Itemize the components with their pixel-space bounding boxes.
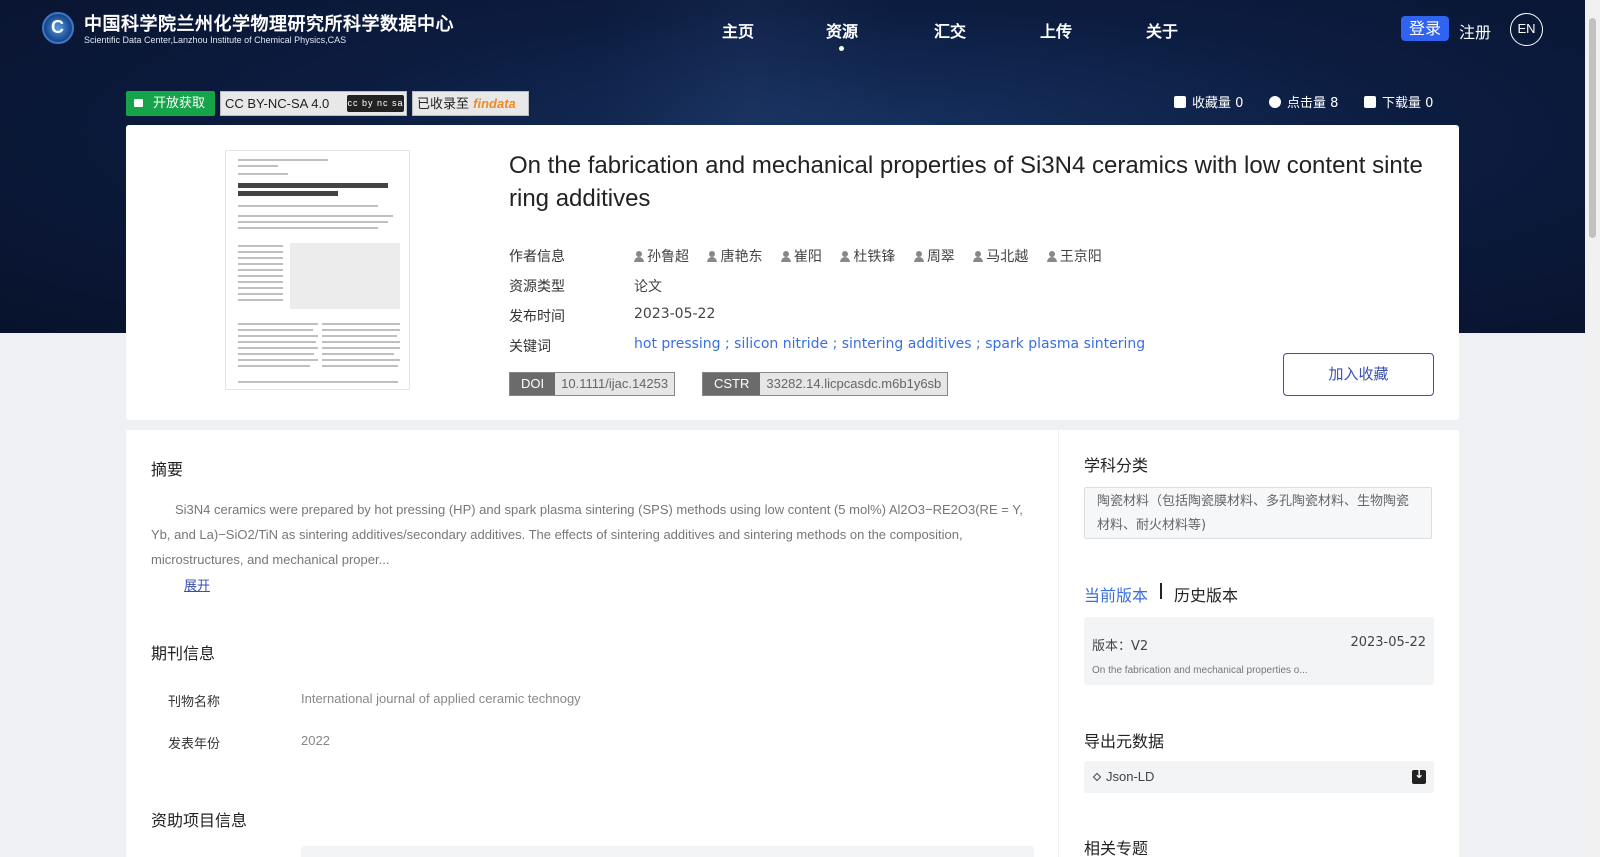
add-to-favorites-button[interactable]: 加入收藏 [1283,353,1434,396]
version-description: On the fabrication and mechanical proper… [1092,665,1308,676]
favorites-count: 收藏量 0 [1174,92,1243,111]
author-item[interactable]: 马北越 [973,246,1028,266]
export-heading: 导出元数据 [1084,732,1165,751]
author-item[interactable]: 崔阳 [780,246,822,266]
license-badge[interactable]: CC BY-NC-SA 4.0 cc by nc sa [220,91,407,116]
expand-abstract-link[interactable]: 展开 [184,575,210,594]
tab-history-version[interactable]: 历史版本 [1174,582,1238,606]
doi-value: 10.1111/ijac.14253 [561,376,669,391]
nav-upload[interactable]: 上传 [1040,18,1072,42]
user-icon [973,251,984,262]
cc-license-icon: cc by nc sa [347,95,404,112]
indexed-label: 已收录至 [417,97,470,112]
language-toggle[interactable]: EN [1510,13,1543,46]
author-item[interactable]: 杜铁锋 [840,246,895,266]
main-content-card [126,430,1058,857]
indexed-badge[interactable]: 已收录至 findata [412,91,529,116]
journal-heading: 期刊信息 [151,644,216,663]
scrollbar-thumb[interactable] [1589,18,1596,238]
author-item[interactable]: 王京阳 [1046,246,1102,266]
user-icon [913,251,924,262]
subject-tag[interactable]: 陶瓷材料（包括陶瓷膜材料、多孔陶瓷材料、生物陶瓷材料、耐火材料等) [1084,487,1432,539]
diamond-icon [1092,772,1102,782]
page-scrollbar[interactable] [1585,0,1600,857]
open-access-label: 开放获取 [153,96,206,111]
journal-name-label: 刊物名称 [168,695,221,710]
version-item[interactable]: 版本：V2 2023-05-22 On the fabrication and … [1084,617,1434,685]
keywords-label: 关键词 [509,339,551,355]
export-jsonld-item[interactable]: Json-LD [1084,761,1434,793]
keywords-value[interactable]: hot pressing ; silicon nitride ; sinteri… [634,336,1145,352]
tab-current-version[interactable]: 当前版本 [1084,582,1148,606]
author-item[interactable]: 周翠 [913,246,955,266]
topics-heading: 相关专题 [1084,839,1149,857]
downloads-count: 下载量 0 [1364,92,1433,111]
nav-resources[interactable]: 资源 [826,18,858,42]
type-label: 资源类型 [509,279,565,295]
abstract-heading: 摘要 [151,460,184,479]
eye-icon [1269,96,1281,108]
subject-heading: 学科分类 [1084,456,1149,475]
download-icon [1364,96,1376,108]
version-date: 2023-05-22 [1350,635,1426,650]
findata-logo: findata [473,96,516,111]
journal-year-value: 2022 [301,733,330,748]
cstr-badge[interactable]: CSTR 33282.14.licpcasdc.m6b1y6sb [702,372,949,396]
paper-thumbnail[interactable] [225,150,410,390]
nav-active-indicator [839,46,844,51]
date-value: 2023-05-22 [634,306,716,322]
nav-about[interactable]: 关于 [1146,18,1178,42]
journal-year-label: 发表年份 [168,737,221,752]
author-item[interactable]: 孙鲁超 [634,246,689,266]
open-access-badge: 开放获取 [126,91,215,116]
doi-badge[interactable]: DOI 10.1111/ijac.14253 [509,372,676,396]
tab-divider [1160,583,1162,599]
site-subtitle: Scientific Data Center,Lanzhou Institute… [84,35,347,45]
download-arrow-icon[interactable] [1412,767,1426,784]
date-label: 发布时间 [509,309,565,325]
user-icon [840,251,851,262]
cstr-value: 33282.14.licpcasdc.m6b1y6sb [766,376,942,391]
doi-label: DOI [510,373,556,395]
license-label: CC BY-NC-SA 4.0 [225,96,330,111]
funding-heading: 资助项目信息 [151,811,248,830]
bookmark-icon [1174,96,1186,108]
funding-table [301,846,1034,857]
export-format-label: Json-LD [1106,769,1155,784]
journal-name-value: International journal of applied ceramic… [301,691,581,706]
cas-logo[interactable] [42,12,74,44]
register-button[interactable]: 注册 [1459,19,1491,43]
unlock-icon [134,99,143,107]
clicks-count: 点击量 8 [1269,92,1338,111]
cstr-label: CSTR [703,373,761,395]
user-icon [780,251,791,262]
nav-home[interactable]: 主页 [722,18,754,42]
user-icon [634,251,644,262]
authors-label: 作者信息 [509,249,565,265]
author-list: 孙鲁超 唐艳东 崔阳 杜铁锋 周翠 马北越 王京阳 [634,246,1116,266]
record-title: On the fabrication and mechanical proper… [509,152,1423,212]
user-icon [1046,251,1057,262]
type-value: 论文 [634,279,662,295]
site-title[interactable]: 中国科学院兰州化学物理研究所科学数据中心 [84,10,454,36]
nav-submit[interactable]: 汇交 [934,18,966,42]
login-button[interactable]: 登录 [1401,16,1449,41]
version-name: 版本：V2 [1092,639,1149,654]
abstract-text: Si3N4 ceramics were prepared by hot pres… [151,502,1023,567]
user-icon [707,251,718,262]
author-item[interactable]: 唐艳东 [707,246,762,266]
